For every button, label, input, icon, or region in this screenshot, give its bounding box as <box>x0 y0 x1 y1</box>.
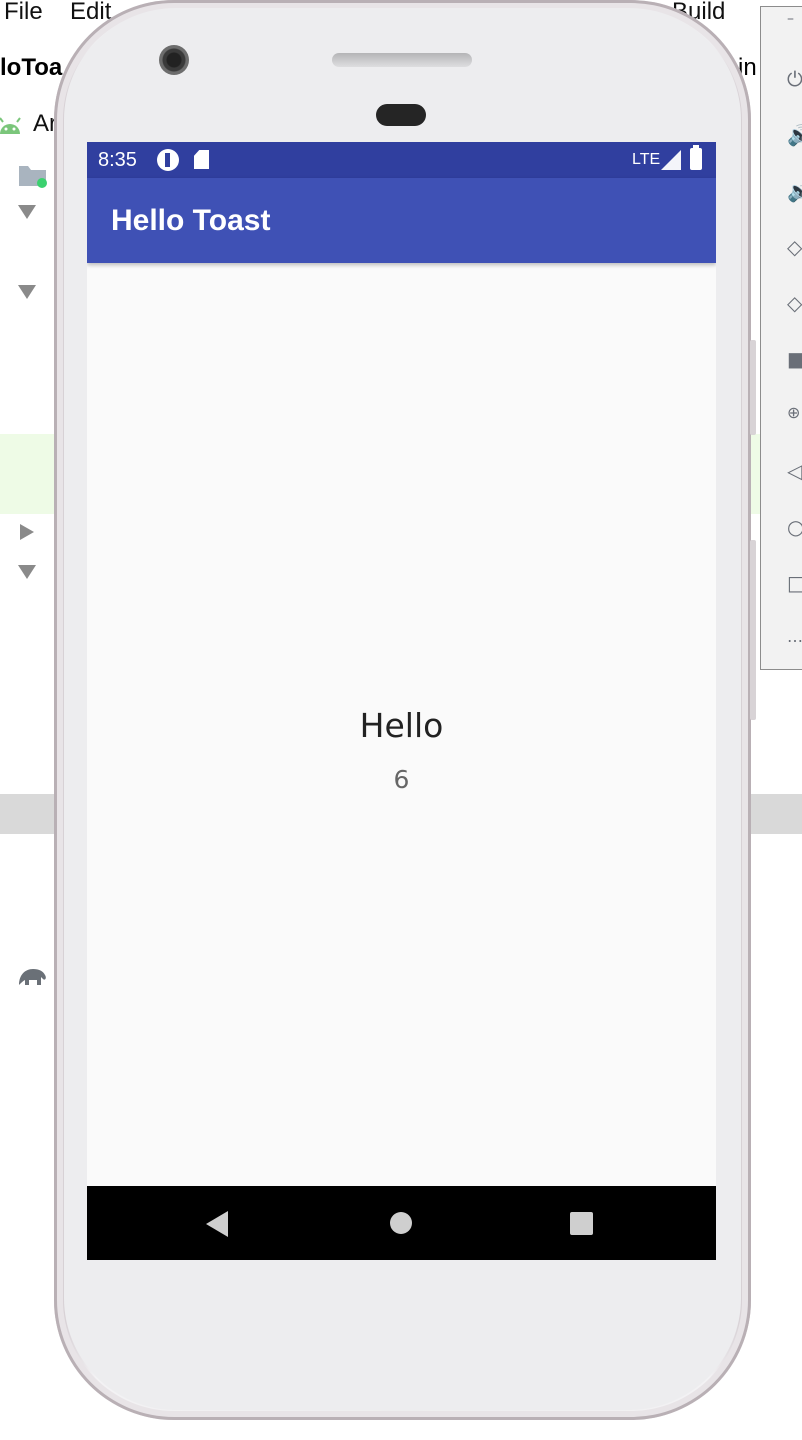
app-title: Hello Toast <box>111 204 271 237</box>
battery-icon <box>690 145 702 170</box>
status-bar: 8:35 LTE <box>87 142 716 178</box>
expand-arrow-icon[interactable] <box>18 285 36 299</box>
status-time: 8:35 <box>98 149 137 171</box>
nav-recents-button[interactable] <box>570 1212 593 1235</box>
rotate-left-icon[interactable]: ◇ <box>787 235 802 259</box>
overview-icon[interactable]: □ <box>787 571 802 595</box>
navigation-bar <box>87 1186 716 1260</box>
phone-screen: 8:35 LTE Hello Toast Hello 6 <box>87 142 716 1260</box>
camera-icon[interactable]: ■ <box>787 347 802 371</box>
minimize-icon[interactable]: – <box>787 11 794 27</box>
power-button[interactable] <box>750 340 756 435</box>
more-icon[interactable]: … <box>787 627 802 646</box>
earpiece-speaker <box>332 53 472 67</box>
proximity-sensor <box>376 104 426 126</box>
expand-arrow-icon[interactable] <box>18 565 36 579</box>
menu-file[interactable]: File <box>4 0 43 26</box>
volume-up-icon[interactable]: 🔊 <box>787 123 802 147</box>
nav-back-button[interactable] <box>206 1211 228 1237</box>
volume-down-icon[interactable]: 🔉 <box>787 179 802 203</box>
power-icon[interactable]: ⏻ <box>787 67 802 91</box>
gradle-elephant-icon[interactable] <box>17 963 49 987</box>
zoom-icon[interactable]: ⊕ <box>787 403 800 422</box>
back-icon[interactable]: ◁ <box>787 459 802 483</box>
emulator-toolbar: – ⏻ 🔊 🔉 ◇ ◇ ■ ⊕ ◁ ○ □ … <box>760 6 802 670</box>
app-bar: Hello Toast <box>87 178 716 263</box>
volume-button[interactable] <box>750 540 756 720</box>
folder-icon <box>19 166 47 188</box>
signal-icon <box>661 150 681 170</box>
count-text: 6 <box>393 765 410 794</box>
expand-arrow-icon[interactable] <box>18 205 36 219</box>
rotate-right-icon[interactable]: ◇ <box>787 291 802 315</box>
notification-app-icon <box>157 149 179 171</box>
nav-home-button[interactable] <box>390 1212 412 1234</box>
sd-card-icon <box>194 150 209 169</box>
front-camera <box>159 45 189 75</box>
greeting-text: Hello <box>359 706 444 745</box>
network-type: LTE <box>632 151 661 168</box>
home-icon[interactable]: ○ <box>787 515 802 539</box>
ide-project-title: loToa <box>0 54 63 81</box>
collapse-arrow-icon[interactable] <box>20 524 34 540</box>
android-icon <box>0 117 21 134</box>
